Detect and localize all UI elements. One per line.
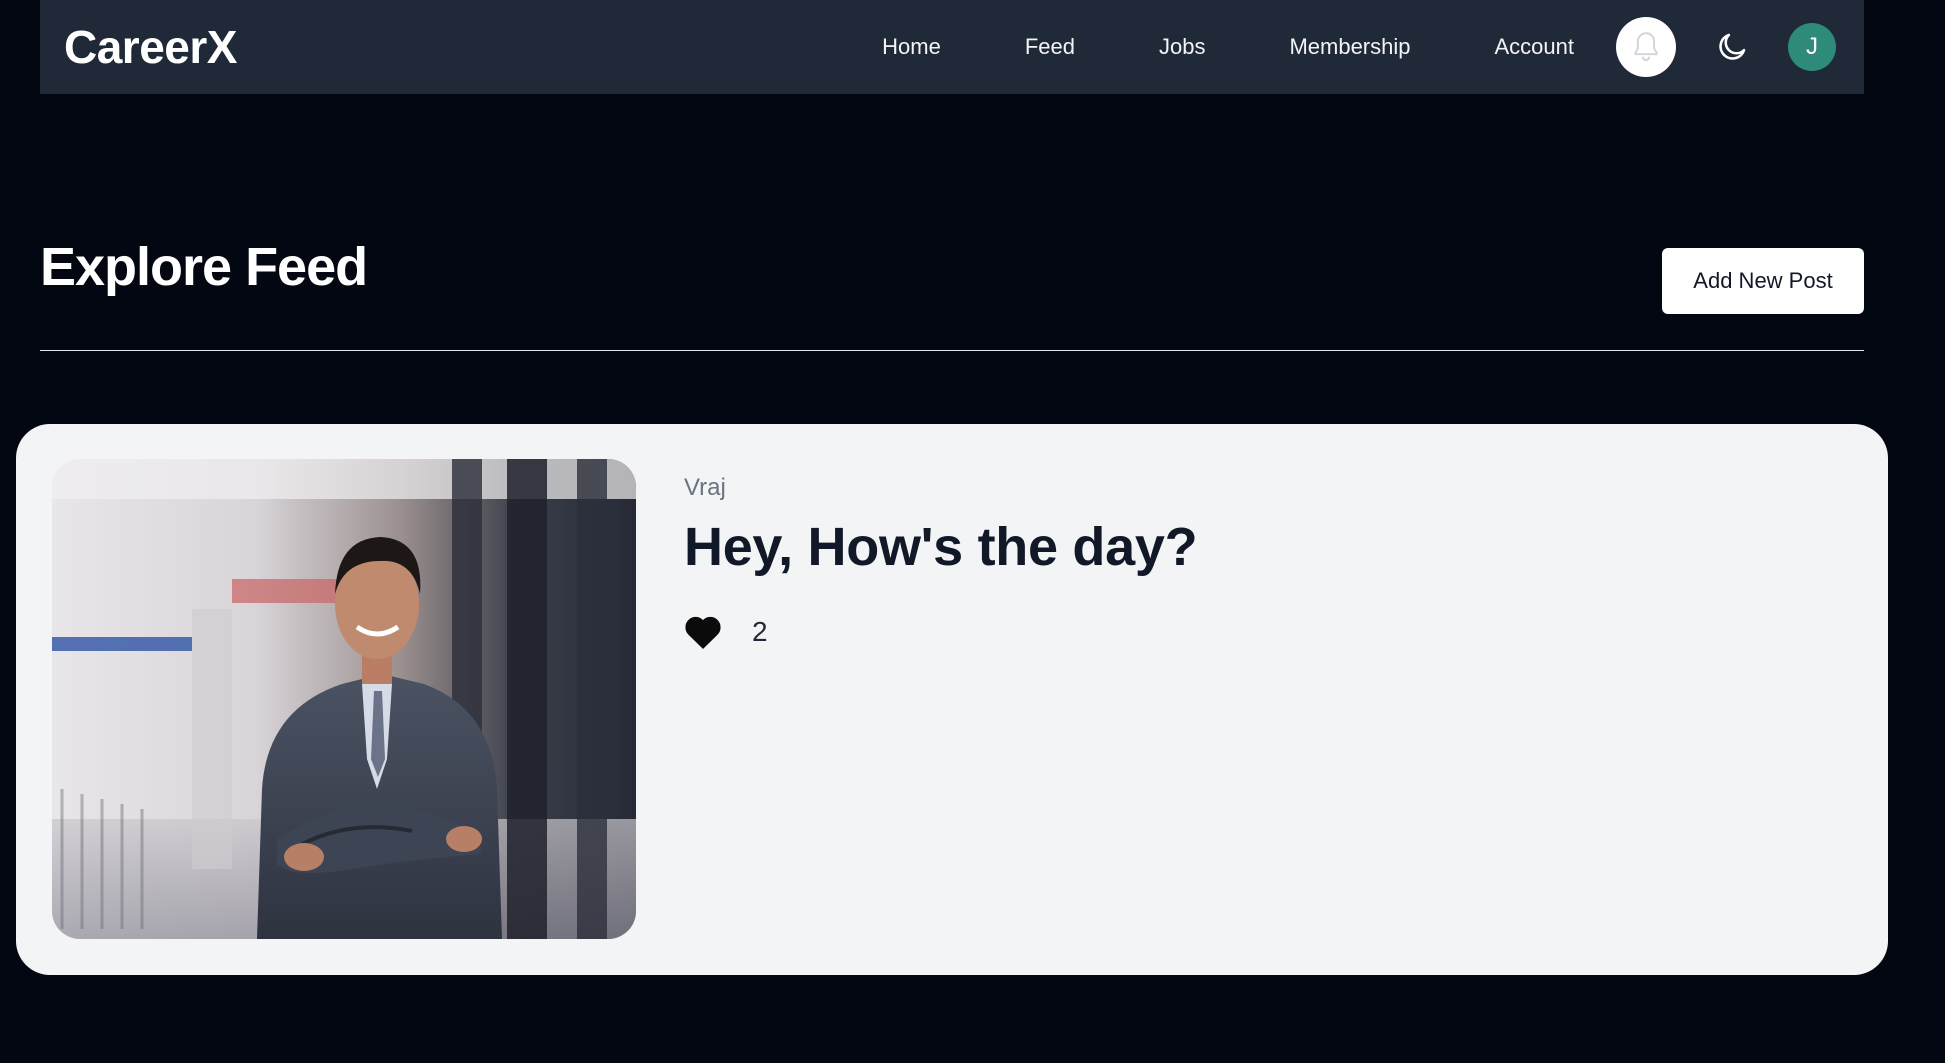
page-title: Explore Feed xyxy=(40,237,368,297)
nav-link-feed[interactable]: Feed xyxy=(1025,34,1075,60)
nav-link-membership[interactable]: Membership xyxy=(1289,34,1410,60)
post-title: Hey, How's the day? xyxy=(684,517,1198,577)
section-divider xyxy=(40,350,1864,351)
nav-link-jobs[interactable]: Jobs xyxy=(1159,34,1205,60)
notifications-button[interactable] xyxy=(1616,17,1676,77)
nav-link-account[interactable]: Account xyxy=(1495,34,1575,60)
post-author: Vraj xyxy=(684,474,726,501)
avatar[interactable]: J xyxy=(1788,23,1836,71)
bell-icon xyxy=(1634,32,1658,62)
post-card[interactable]: Vraj Hey, How's the day? 2 xyxy=(16,424,1888,975)
add-new-post-button[interactable]: Add New Post xyxy=(1662,248,1864,314)
brand-logo[interactable]: CareerX xyxy=(64,20,237,74)
nav-links: Home Feed Jobs Membership Account J xyxy=(840,0,1840,94)
theme-toggle-button[interactable] xyxy=(1712,27,1752,67)
like-count: 2 xyxy=(752,616,768,647)
post-image xyxy=(52,459,636,939)
moon-icon xyxy=(1719,33,1746,60)
heart-icon[interactable] xyxy=(684,614,722,650)
like-row: 2 xyxy=(684,614,768,650)
nav-link-home[interactable]: Home xyxy=(882,34,941,60)
top-navbar: CareerX Home Feed Jobs Membership Accoun… xyxy=(40,0,1864,94)
